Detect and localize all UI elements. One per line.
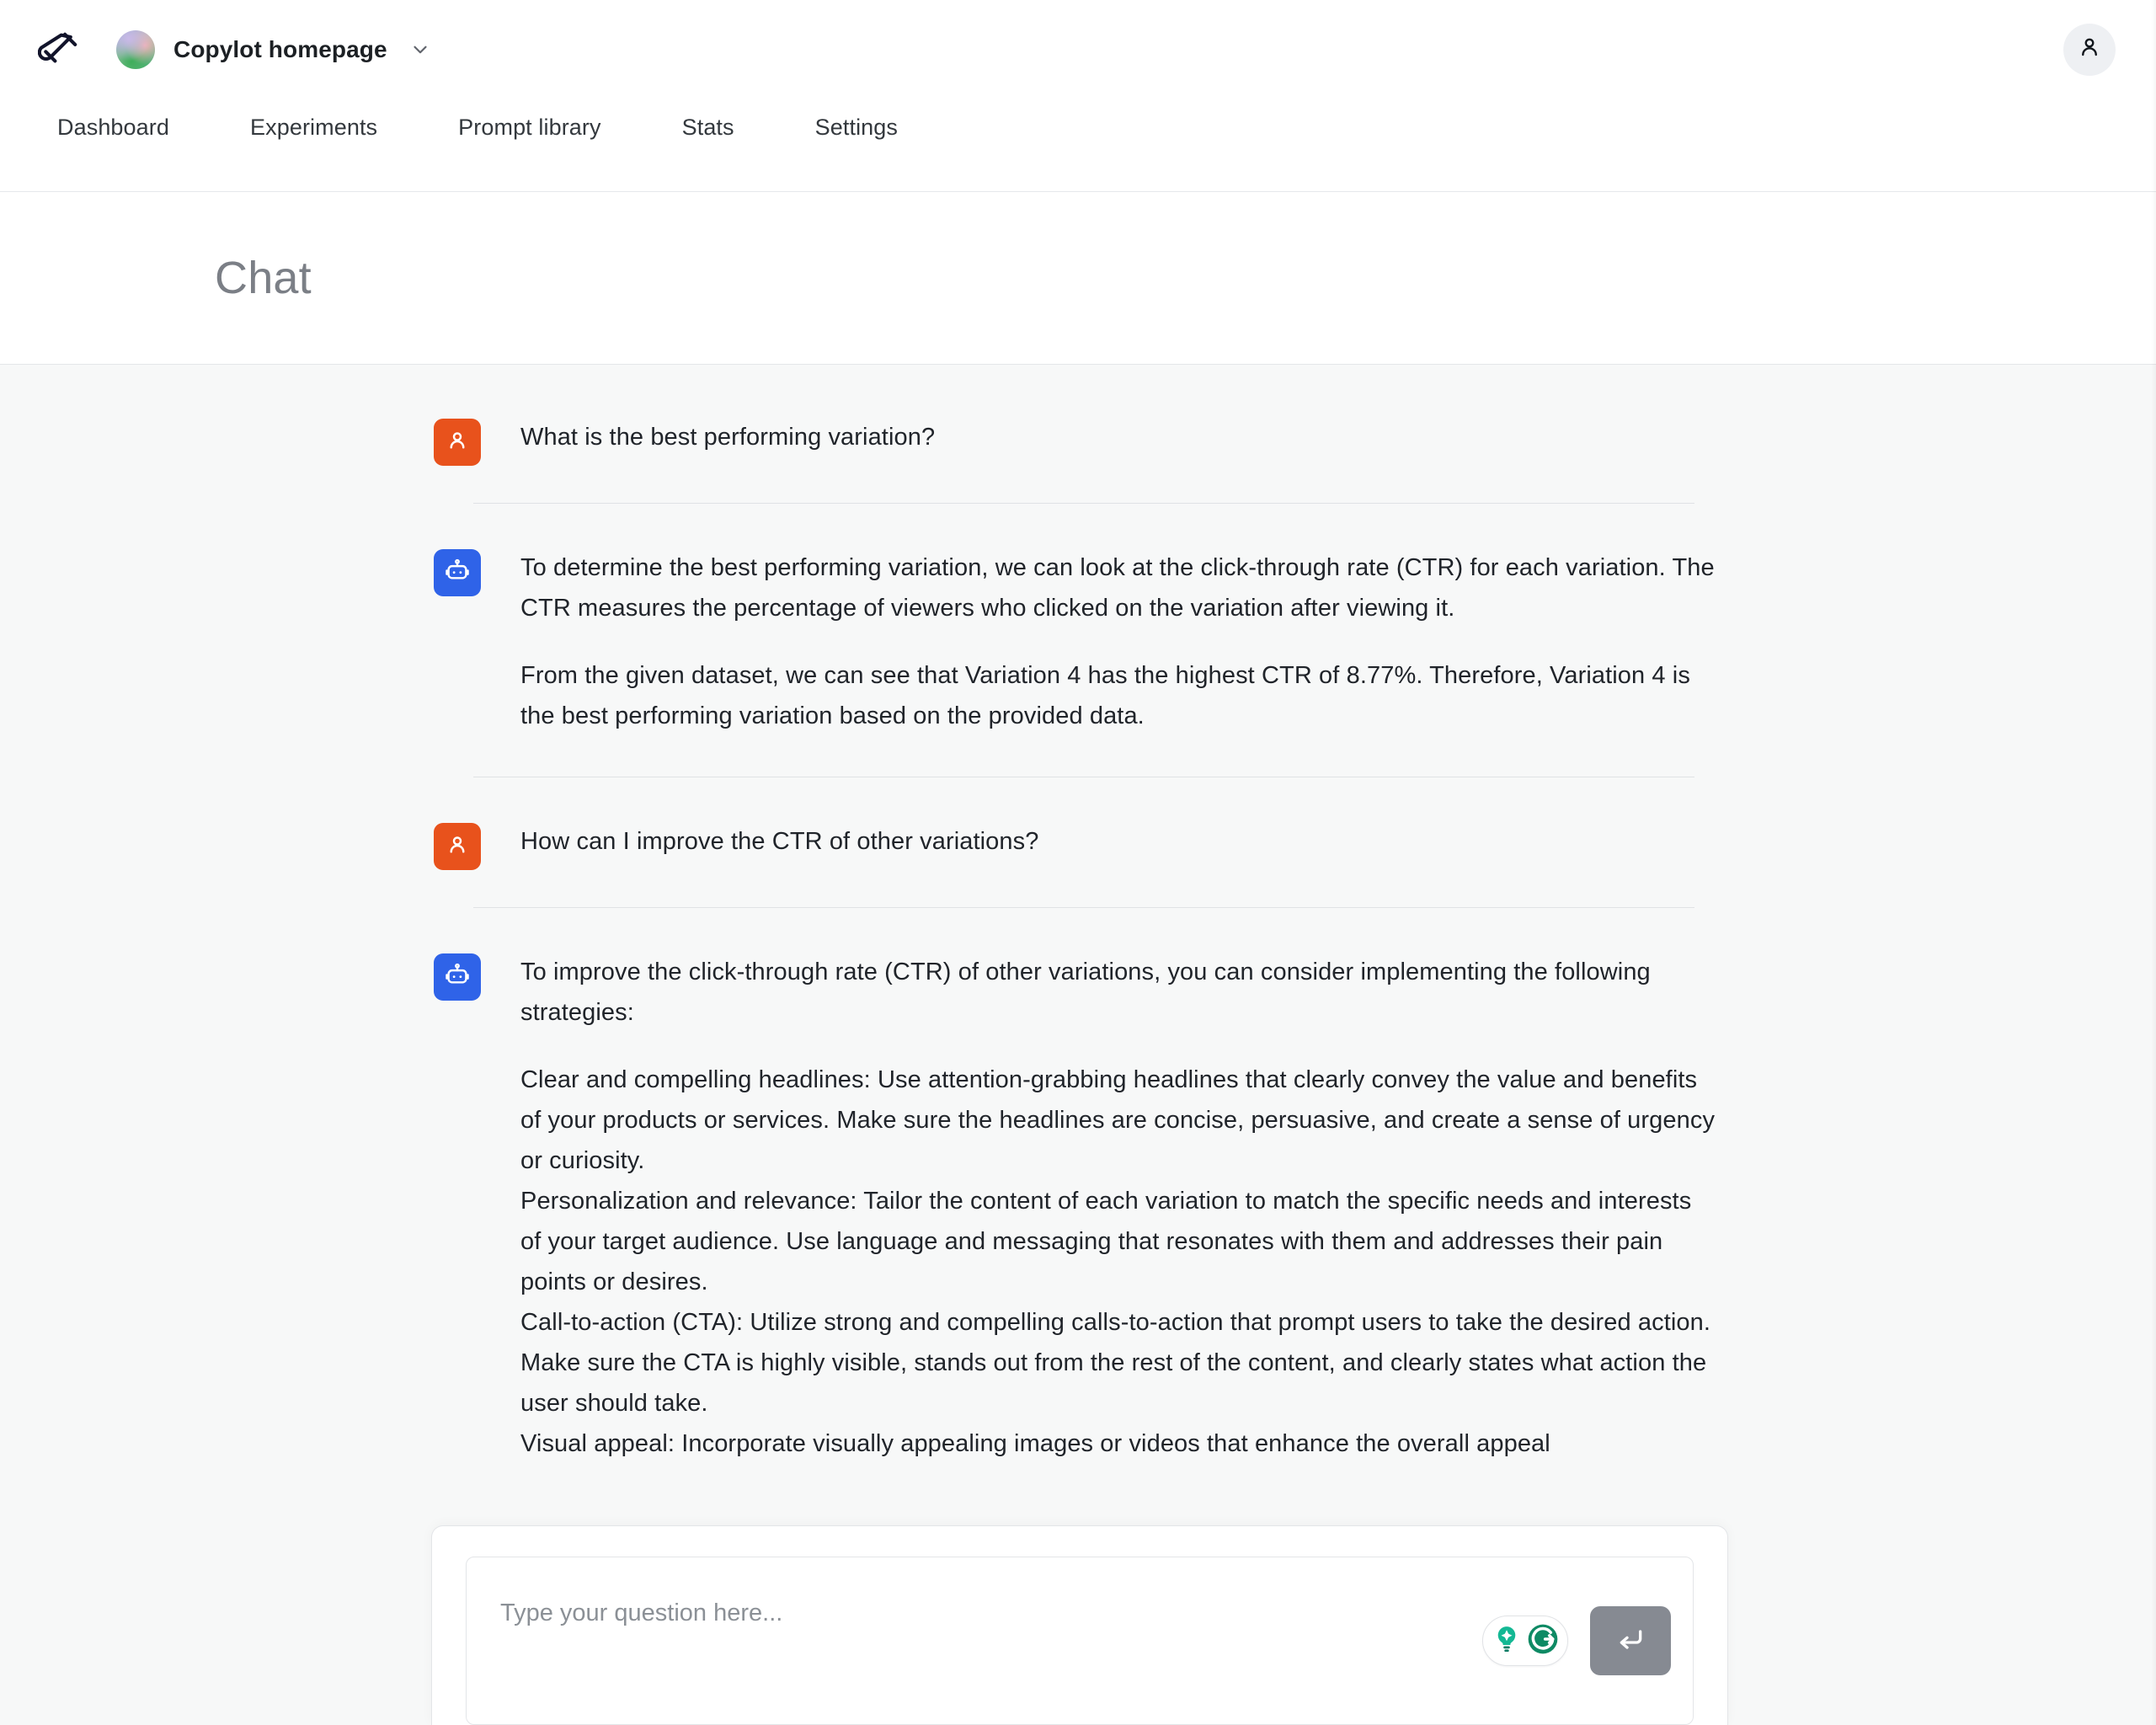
person-icon [2077,35,2102,64]
app-root: Copylot homepage Dashboard Experiments P… [0,0,2156,1725]
message-paragraph: What is the best performing variation? [520,424,936,451]
composer-panel [431,1525,1728,1725]
message-block: To determine the best performing variati… [0,547,2156,777]
project-avatar [116,29,155,69]
message-paragraph: From the given dataset, we can see that … [520,662,1690,729]
message-body: To improve the click-through rate (CTR) … [520,952,1718,1464]
person-icon [445,428,470,457]
message-body: What is the best performing variation? [520,417,1718,457]
message-body: To determine the best performing variati… [520,547,1718,736]
test-tube-icon[interactable] [34,24,86,76]
message-paragraph: To improve the click-through rate (CTR) … [520,959,1651,1026]
strategy-item: Visual appeal: Incorporate visually appe… [520,1430,1550,1457]
nav-item-prompt-library[interactable]: Prompt library [418,115,641,141]
nav-list: Dashboard Experiments Prompt library Sta… [40,99,938,156]
composer-tools [1482,1606,1671,1675]
page-header: Chat [0,192,2156,365]
enter-return-arrow-icon [1614,1623,1647,1659]
project-name: Copylot homepage [173,35,387,62]
message-block: How can I improve the CTR of other varia… [0,821,2156,908]
person-icon [445,832,470,862]
message-paragraph: How can I improve the CTR of other varia… [520,828,1039,855]
nav-item-stats[interactable]: Stats [642,115,775,141]
send-button[interactable] [1590,1606,1671,1675]
grammarly-g-icon[interactable] [1526,1622,1560,1660]
project-switcher[interactable]: Copylot homepage [113,25,435,74]
robot-icon [444,558,471,589]
lightbulb-sparkle-icon[interactable] [1491,1623,1523,1659]
strategy-item: Clear and compelling headlines: Use atte… [520,1066,1716,1174]
nav-item-dashboard[interactable]: Dashboard [40,115,210,141]
message-body: How can I improve the CTR of other varia… [520,821,1718,862]
avatar [434,549,481,596]
message-paragraph: To determine the best performing variati… [520,554,1715,622]
main-nav: Dashboard Experiments Prompt library Sta… [0,99,2156,192]
nav-item-settings[interactable]: Settings [775,115,938,141]
avatar [434,419,481,466]
chat-message-user: How can I improve the CTR of other varia… [434,821,1718,870]
account-button[interactable] [2063,23,2116,76]
robot-icon [444,962,471,993]
avatar [434,953,481,1001]
chat-message-assistant: To determine the best performing variati… [434,547,1718,736]
writing-assistant-pill[interactable] [1482,1616,1568,1666]
message-block: To improve the click-through rate (CTR) … [0,952,2156,1464]
composer-field-wrapper[interactable] [466,1557,1694,1725]
strategy-item: Personalization and relevance: Tailor th… [520,1188,1692,1295]
message-block: What is the best performing variation? [0,417,2156,504]
avatar [434,823,481,870]
chevron-down-icon[interactable] [409,39,431,61]
brand-area: Copylot homepage [34,24,435,76]
message-strategies: Clear and compelling headlines: Use atte… [520,1060,1718,1464]
chat-message-list: What is the best performing variation? T… [0,365,2156,1464]
chat-message-user: What is the best performing variation? [434,417,1718,466]
strategy-item: Call-to-action (CTA): Utilize strong and… [520,1309,1711,1417]
top-bar: Copylot homepage [0,0,2156,99]
chat-scroll-area[interactable]: What is the best performing variation? T… [0,365,2156,1725]
nav-item-experiments[interactable]: Experiments [210,115,418,141]
chat-message-assistant: To improve the click-through rate (CTR) … [434,952,1718,1464]
page-title: Chat [215,253,312,303]
